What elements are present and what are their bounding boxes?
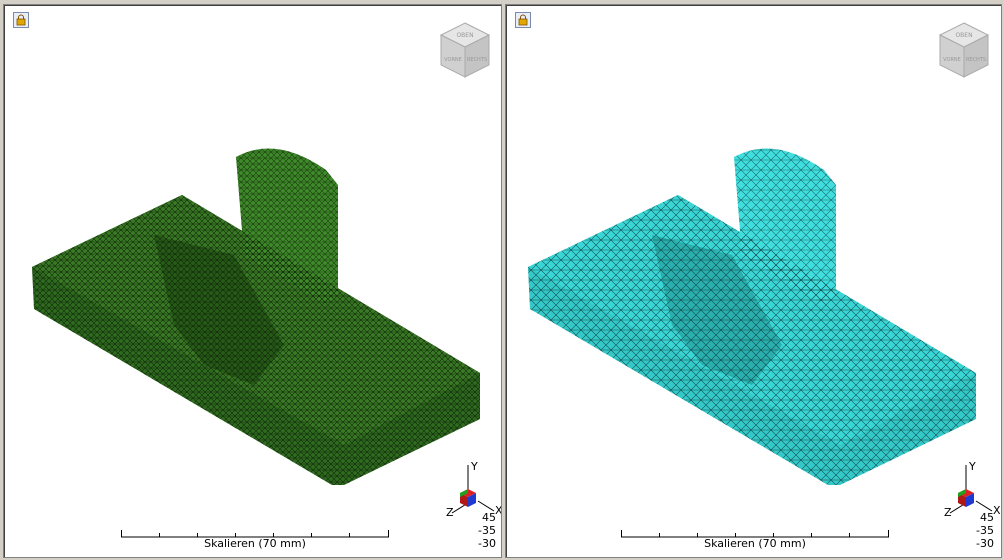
lock-button[interactable] — [13, 12, 29, 28]
angle-value: -35 — [976, 524, 994, 537]
cube-face-front: VORNE — [943, 57, 961, 63]
viewport-right[interactable]: OBEN VORNE RECHTS Y Z X 45 -35 -30 Skali… — [505, 4, 1002, 558]
angle-value: 45 — [980, 511, 994, 524]
scale-bar: Skalieren (70 mm) — [621, 523, 889, 557]
scale-label: Skalieren (70 mm) — [204, 537, 306, 550]
axis-x-label: X — [993, 504, 1001, 517]
angle-value: -35 — [478, 524, 496, 537]
cube-face-top: OBEN — [955, 32, 972, 39]
scale-bar: Skalieren (70 mm) — [121, 523, 389, 557]
scale-label: Skalieren (70 mm) — [704, 537, 806, 550]
axis-y-label: Y — [969, 460, 976, 473]
axis-z-label: Z — [446, 506, 454, 519]
angle-value: -30 — [478, 537, 496, 550]
view-angles: 45 -35 -30 — [466, 511, 496, 550]
cube-face-front: VORNE — [444, 57, 462, 63]
lock-icon — [16, 14, 26, 26]
lock-button[interactable] — [515, 12, 531, 28]
viewport-left[interactable]: OBEN VORNE RECHTS Y Z X 45 -35 -30 Skali… — [3, 4, 502, 558]
view-angles: 45 -35 -30 — [964, 511, 994, 550]
axis-z-label: Z — [944, 506, 952, 519]
view-cube-icon[interactable]: OBEN VORNE RECHTS — [437, 19, 493, 81]
lock-icon — [518, 14, 528, 26]
cube-face-right: RECHTS — [467, 57, 487, 63]
cube-face-right: RECHTS — [966, 57, 986, 63]
mesh-model-right — [528, 148, 976, 485]
cube-face-top: OBEN — [456, 32, 473, 39]
angle-value: -30 — [976, 537, 994, 550]
view-cube-icon[interactable]: OBEN VORNE RECHTS — [936, 19, 992, 81]
mesh-model-left — [32, 148, 480, 485]
axis-x-label: X — [495, 504, 502, 517]
axis-y-label: Y — [471, 460, 478, 473]
angle-value: 45 — [482, 511, 496, 524]
